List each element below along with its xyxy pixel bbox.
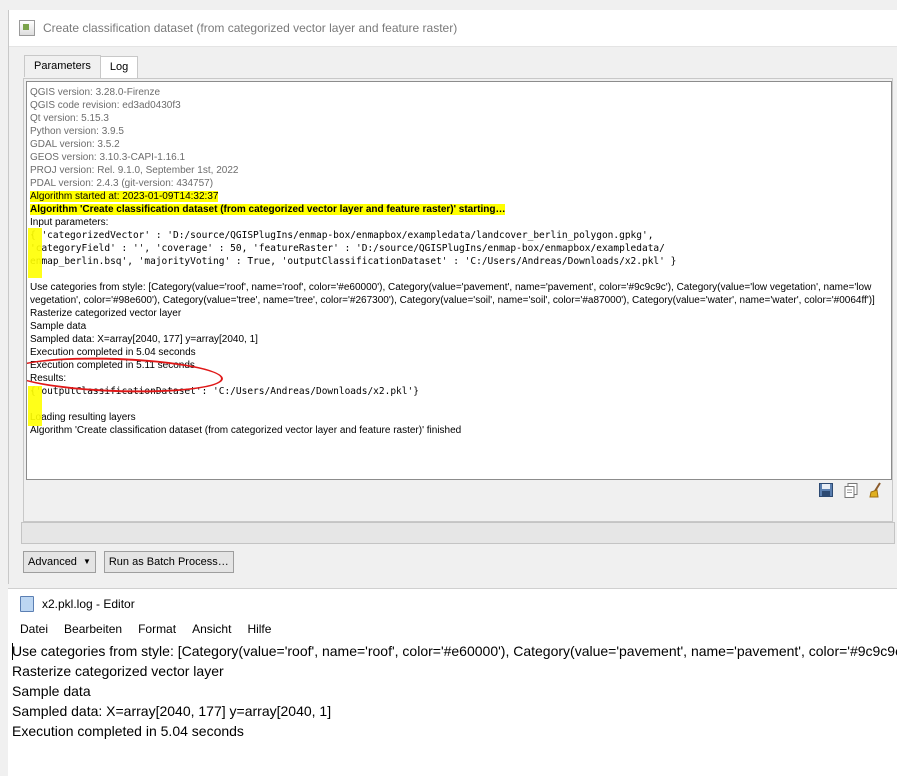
log-tab-panel: QGIS version: 3.28.0-Firenze QGIS code r…: [23, 78, 893, 522]
log-line: {'outputClassificationDataset': 'C:/User…: [30, 386, 419, 397]
log-line: QGIS version: 3.28.0-Firenze: [30, 87, 161, 98]
log-text-area[interactable]: QGIS version: 3.28.0-Firenze QGIS code r…: [26, 81, 892, 480]
log-line: QGIS code revision: ed3ad0430f3: [30, 100, 181, 111]
dropdown-arrow-icon: ▼: [82, 557, 91, 566]
editor-line: Execution completed in 5.04 seconds: [12, 723, 244, 739]
text-caret: [12, 643, 13, 660]
app-icon: [19, 20, 35, 36]
editor-line: Sample data: [12, 683, 91, 699]
log-line: PROJ version: Rel. 9.1.0, September 1st,…: [30, 165, 239, 176]
highlight-mark: [28, 386, 42, 426]
run-as-batch-button[interactable]: Run as Batch Process…: [103, 551, 234, 573]
log-line: Execution completed in 5.04 seconds: [30, 347, 196, 358]
log-line: GDAL version: 3.5.2: [30, 139, 120, 150]
dialog-title: Create classification dataset (from cate…: [43, 21, 458, 35]
menu-hilfe[interactable]: Hilfe: [239, 622, 279, 636]
log-line: Results:: [30, 373, 67, 384]
editor-line: Rasterize categorized vector layer: [12, 663, 224, 679]
run-as-batch-label: Run as Batch Process…: [108, 556, 229, 568]
log-line: Loading resulting layers: [30, 412, 136, 423]
log-content: QGIS version: 3.28.0-Firenze QGIS code r…: [27, 82, 891, 441]
log-line: Algorithm started at: 2023-01-09T14:32:3…: [30, 191, 219, 202]
dialog-button-row: Advanced ▼ Run as Batch Process…: [23, 551, 234, 573]
log-line: Algorithm 'Create classification dataset…: [30, 425, 462, 436]
advanced-button[interactable]: Advanced ▼: [23, 551, 96, 573]
log-line: Input parameters:: [30, 217, 109, 228]
progress-bar: [21, 522, 895, 544]
log-line: { 'categorizedVector' : 'D:/source/QGISP…: [30, 230, 654, 241]
log-line: Use categories from style: [Category(val…: [30, 282, 875, 306]
log-line: Python version: 3.9.5: [30, 126, 124, 137]
log-line: GEOS version: 3.10.3-CAPI-1.16.1: [30, 152, 186, 163]
copy-log-icon[interactable]: [843, 482, 859, 498]
menu-bearbeiten[interactable]: Bearbeiten: [56, 622, 130, 636]
notepad-titlebar: x2.pkl.log - Editor: [8, 589, 897, 619]
qgis-dialog-window: Create classification dataset (from cate…: [8, 10, 897, 584]
notepad-menubar: Datei Bearbeiten Format Ansicht Hilfe: [8, 619, 897, 639]
log-line: Sample data: [30, 321, 87, 332]
notepad-text-area[interactable]: Use categories from style: [Category(val…: [12, 641, 897, 776]
editor-line: Use categories from style: [Category(val…: [12, 643, 897, 659]
save-log-icon[interactable]: [818, 482, 834, 498]
advanced-button-label: Advanced: [28, 556, 77, 568]
notepad-title: x2.pkl.log - Editor: [42, 597, 135, 611]
log-line: Algorithm 'Create classification dataset…: [30, 204, 506, 215]
notepad-window: x2.pkl.log - Editor Datei Bearbeiten For…: [8, 588, 897, 776]
menu-format[interactable]: Format: [130, 622, 184, 636]
log-line: Sampled data: X=array[2040, 177] y=array…: [30, 334, 258, 345]
notepad-icon: [20, 596, 34, 612]
tab-parameters[interactable]: Parameters: [24, 55, 101, 77]
clear-log-icon[interactable]: [868, 482, 884, 498]
tab-log[interactable]: Log: [99, 56, 139, 78]
log-line: Rasterize categorized vector layer: [30, 308, 182, 319]
editor-line: Sampled data: X=array[2040, 177] y=array…: [12, 703, 332, 719]
log-toolbar: [818, 482, 884, 498]
log-line: enmap_berlin.bsq', 'majorityVoting' : Tr…: [30, 256, 677, 267]
tab-bar: Parameters Log: [24, 55, 139, 78]
log-line: PDAL version: 2.4.3 (git-version: 434757…: [30, 178, 214, 189]
log-line: 'categoryField' : '', 'coverage' : 50, '…: [30, 243, 665, 254]
highlight-mark: [28, 228, 42, 278]
log-line: Execution completed in 5.11 seconds: [30, 360, 195, 371]
menu-ansicht[interactable]: Ansicht: [184, 622, 239, 636]
log-line: Qt version: 5.15.3: [30, 113, 109, 124]
dialog-titlebar: Create classification dataset (from cate…: [9, 10, 897, 47]
menu-datei[interactable]: Datei: [12, 622, 56, 636]
